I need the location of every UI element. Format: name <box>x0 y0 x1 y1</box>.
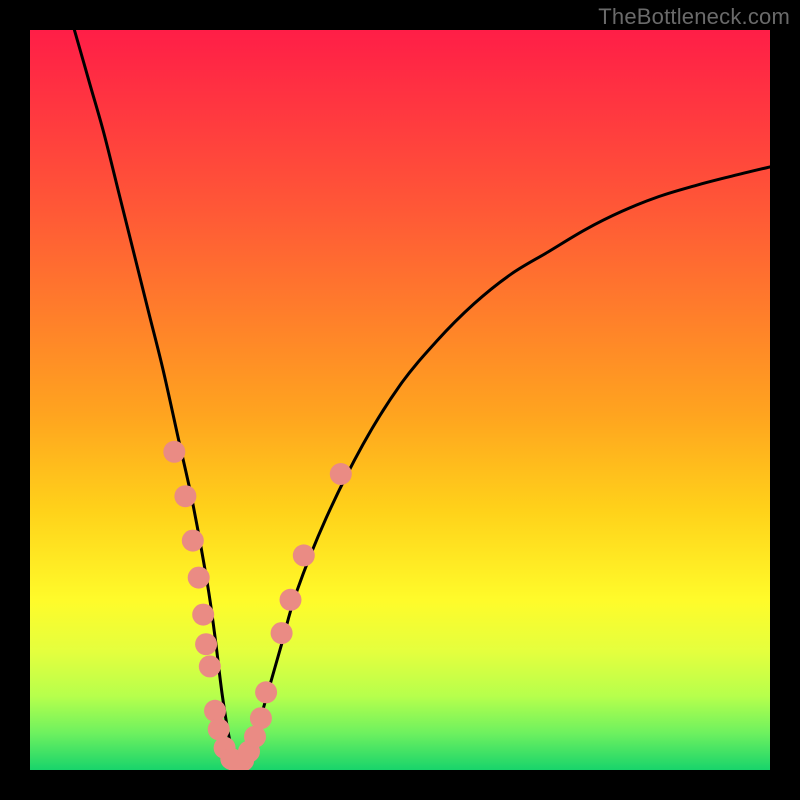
curve-marker <box>199 655 221 677</box>
curve-marker <box>192 604 214 626</box>
curve-marker <box>182 530 204 552</box>
curve-marker <box>255 681 277 703</box>
watermark-text: TheBottleneck.com <box>598 4 790 30</box>
curve-marker <box>330 463 352 485</box>
chart-svg <box>30 30 770 770</box>
bottleneck-curve <box>74 30 770 765</box>
curve-marker <box>204 700 226 722</box>
curve-marker <box>163 441 185 463</box>
plot-area <box>30 30 770 770</box>
curve-marker <box>280 589 302 611</box>
curve-marker <box>293 544 315 566</box>
curve-marker <box>195 633 217 655</box>
curve-marker <box>250 707 272 729</box>
curve-markers <box>163 441 351 770</box>
curve-marker <box>188 567 210 589</box>
chart-frame: TheBottleneck.com <box>0 0 800 800</box>
curve-marker <box>271 622 293 644</box>
curve-marker <box>174 485 196 507</box>
